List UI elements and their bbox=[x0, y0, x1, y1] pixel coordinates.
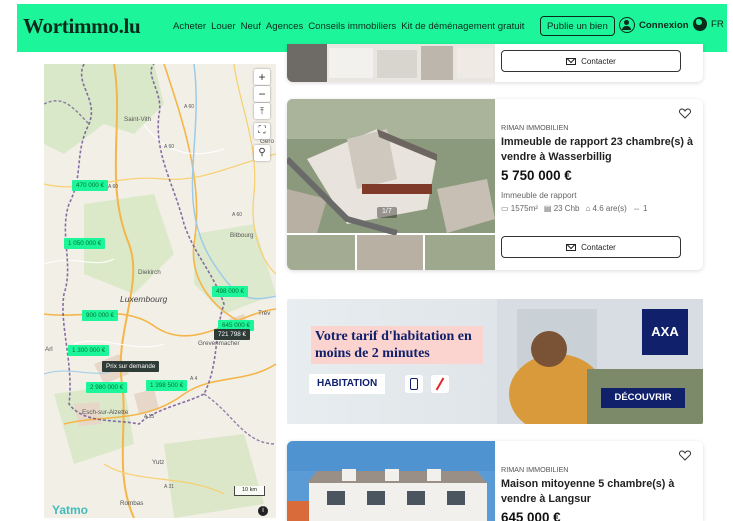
road-label: A 60 bbox=[164, 144, 175, 150]
parking-spec: ⇔ 1 bbox=[632, 204, 648, 213]
nav-item-louer[interactable]: Louer bbox=[211, 21, 236, 32]
place-label: Diekirch bbox=[138, 269, 161, 276]
place-label: Bitbourg bbox=[230, 232, 254, 239]
map-info-icon[interactable]: i bbox=[258, 506, 268, 516]
surface-icon: ▭ bbox=[501, 204, 511, 213]
listing-photo[interactable] bbox=[287, 99, 495, 270]
ad-product-chip: HABITATION bbox=[309, 374, 386, 394]
globe-icon bbox=[693, 17, 707, 31]
place-label: Luxembourg bbox=[120, 294, 168, 304]
site-logo[interactable]: Wortimmo.lu bbox=[23, 14, 141, 39]
geolocate-button[interactable]: ⚲ bbox=[254, 145, 270, 161]
land-icon: ⌂ bbox=[585, 204, 593, 213]
car-icon: ⇔ bbox=[632, 204, 644, 213]
road-label: A 13 bbox=[144, 414, 155, 420]
listing-specs: ▭ 1575m² ▤ 23 Chb ⌂ 4.6 are(s) ⇔ 1 bbox=[501, 204, 695, 213]
listing-card[interactable]: 1/7 RIMAN IMMOBILIEN Immeuble de rapport… bbox=[287, 99, 703, 270]
publish-listing-button[interactable]: Publie un bien bbox=[540, 16, 615, 36]
map-price-marker[interactable]: 1 050 000 € bbox=[64, 238, 106, 249]
listings-map[interactable]: Saint-Vith Bitbourg Diekirch Luxembourg … bbox=[44, 64, 276, 518]
main-nav: Acheter Louer Neuf Agences Conseils immo… bbox=[173, 21, 529, 32]
map-scale: 10 km bbox=[234, 486, 265, 496]
zoom-in-button[interactable]: + bbox=[254, 69, 270, 85]
road-label: A 60 bbox=[232, 212, 243, 218]
place-label: Rombas bbox=[120, 500, 144, 507]
map-price-marker[interactable]: 2 980 000 € bbox=[86, 382, 128, 393]
contact-button[interactable]: Contacter bbox=[501, 50, 681, 72]
login-button[interactable]: Connexion bbox=[619, 17, 689, 33]
reset-north-button[interactable]: ⤒ bbox=[254, 103, 270, 119]
listing-photo[interactable] bbox=[287, 44, 495, 82]
listing-info: RIMAN IMMOBILIEN Maison mitoyenne 5 cham… bbox=[501, 441, 695, 521]
axa-logo: AXA bbox=[642, 309, 688, 355]
mail-icon bbox=[566, 243, 577, 251]
map-price-marker[interactable]: 470 000 € bbox=[72, 180, 109, 191]
listing-price: 645 000 € bbox=[501, 510, 561, 521]
place-label: Yutz bbox=[152, 459, 165, 466]
listing-card[interactable]: RIMAN IMMOBILIEN Maison mitoyenne 5 cham… bbox=[287, 441, 703, 521]
nav-item-conseils[interactable]: Conseils immobiliers bbox=[308, 21, 396, 32]
photo-counter: 1/7 bbox=[382, 208, 392, 215]
map-price-marker[interactable]: 900 000 € bbox=[82, 310, 119, 321]
bedrooms-spec: ▤ 23 Chb bbox=[543, 204, 580, 213]
ad-headline: Votre tarif d'habitation en moins de 2 m… bbox=[311, 326, 483, 364]
fullscreen-button[interactable]: ⛶ bbox=[254, 123, 270, 139]
map-price-marker[interactable]: 498 000 € bbox=[212, 286, 249, 297]
listing-type: Immeuble de rapport bbox=[501, 191, 577, 200]
listing-title[interactable]: Immeuble de rapport 23 chambre(s) à vend… bbox=[501, 135, 695, 165]
listing-photo[interactable] bbox=[287, 441, 495, 521]
ad-discover-button[interactable]: DÉCOUVRIR bbox=[601, 388, 685, 408]
contact-label: Contacter bbox=[581, 242, 616, 252]
map-brand-logo: Yatmo bbox=[52, 503, 89, 517]
road-label: A 60 bbox=[184, 104, 195, 110]
language-selector[interactable]: FR bbox=[693, 17, 724, 31]
phone-icon bbox=[405, 375, 423, 393]
user-icon bbox=[619, 17, 635, 33]
map-price-marker[interactable]: 1 300 000 € bbox=[68, 345, 110, 356]
surface-spec: ▭ 1575m² bbox=[501, 204, 538, 213]
place-label: Gero bbox=[260, 138, 274, 145]
zoom-out-button[interactable]: − bbox=[254, 86, 270, 102]
road-label: A 4 bbox=[190, 376, 198, 382]
road-label: A 31 bbox=[164, 484, 175, 490]
map-price-marker[interactable]: Prix sur demande bbox=[102, 361, 160, 372]
land-spec: ⌂ 4.6 are(s) bbox=[585, 204, 627, 213]
listing-agency: RIMAN IMMOBILIEN bbox=[501, 465, 569, 474]
login-label: Connexion bbox=[639, 19, 689, 31]
nav-item-neuf[interactable]: Neuf bbox=[241, 21, 261, 32]
contact-button[interactable]: Contacter bbox=[501, 236, 681, 258]
listing-card[interactable]: Contacter bbox=[287, 44, 703, 82]
map-price-marker[interactable]: 721 798 € bbox=[214, 329, 251, 340]
road-label: A 60 bbox=[108, 184, 119, 190]
language-label: FR bbox=[711, 18, 724, 30]
mail-icon bbox=[566, 57, 577, 65]
place-label: Arl bbox=[45, 346, 53, 353]
slash-icon bbox=[431, 375, 449, 393]
bed-icon: ▤ bbox=[543, 204, 554, 213]
place-label: Trèv bbox=[258, 310, 271, 317]
nav-item-kit-demenagement[interactable]: Kit de déménagement gratuit bbox=[401, 21, 524, 32]
map-price-marker[interactable]: 1 398 500 € bbox=[146, 380, 188, 391]
place-label: Esch-sur-Alzette bbox=[82, 409, 129, 416]
axa-advertisement[interactable]: Votre tarif d'habitation en moins de 2 m… bbox=[287, 299, 703, 424]
listing-title[interactable]: Maison mitoyenne 5 chambre(s) à vendre à… bbox=[501, 477, 695, 507]
listing-agency: RIMAN IMMOBILIEN bbox=[501, 123, 569, 132]
listing-info: RIMAN IMMOBILIEN Immeuble de rapport 23 … bbox=[501, 99, 695, 213]
place-label: Saint-Vith bbox=[124, 116, 152, 123]
contact-label: Contacter bbox=[581, 56, 616, 66]
listing-price: 5 750 000 € bbox=[501, 168, 572, 183]
nav-item-acheter[interactable]: Acheter bbox=[173, 21, 206, 32]
nav-item-agences[interactable]: Agences bbox=[266, 21, 303, 32]
